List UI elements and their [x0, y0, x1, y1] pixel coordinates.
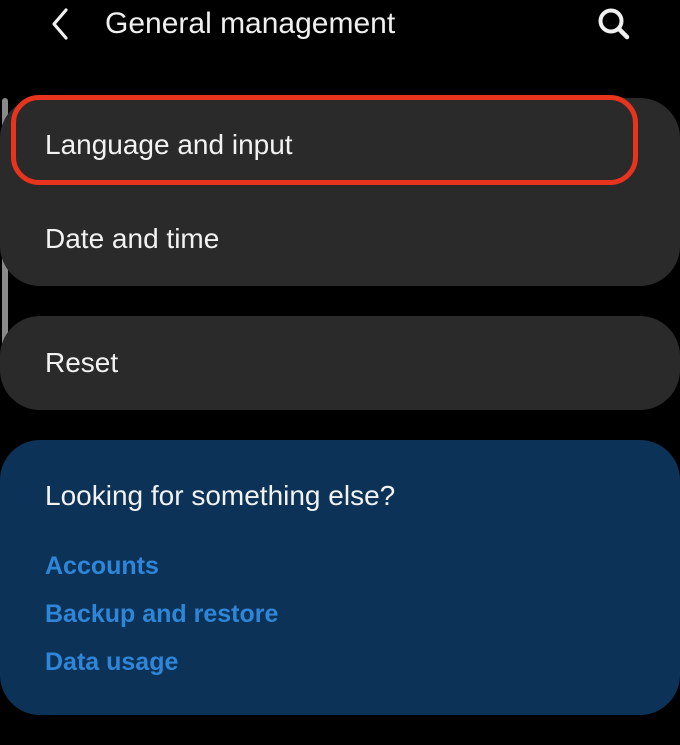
search-icon [598, 8, 630, 40]
menu-item-language-and-input[interactable]: Language and input [0, 98, 680, 192]
page-title: General management [105, 7, 396, 40]
link-data-usage[interactable]: Data usage [45, 648, 178, 677]
menu-item-date-and-time[interactable]: Date and time [0, 192, 680, 286]
reset-card: Reset [0, 316, 680, 410]
search-button[interactable] [590, 2, 638, 46]
settings-card: Language and input Date and time [0, 98, 680, 286]
menu-item-label: Language and input [45, 129, 293, 160]
suggestions-title: Looking for something else? [45, 480, 396, 511]
back-arrow-icon [52, 8, 68, 40]
link-accounts[interactable]: Accounts [45, 552, 159, 581]
menu-item-label: Reset [45, 347, 119, 378]
app-header: General management [0, 0, 680, 60]
suggestions-card: Looking for something else? Accounts Bac… [0, 440, 680, 715]
menu-item-reset[interactable]: Reset [0, 316, 680, 410]
menu-item-label: Date and time [45, 223, 220, 254]
link-backup-and-restore[interactable]: Backup and restore [45, 600, 278, 629]
back-button[interactable] [40, 2, 80, 46]
